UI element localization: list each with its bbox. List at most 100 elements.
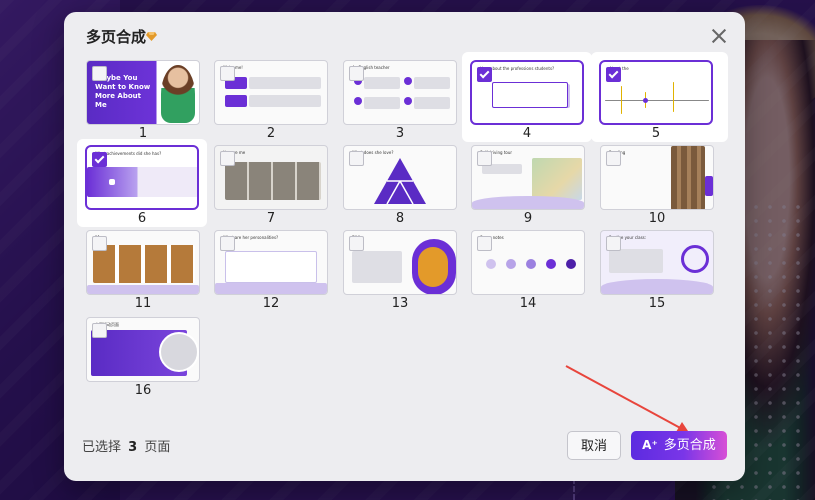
select-checkbox[interactable] xyxy=(92,66,107,81)
slide-thumbnail-15[interactable]: Realize your class: 15 xyxy=(600,230,714,312)
select-checkbox[interactable] xyxy=(477,236,492,251)
selected-suffix: 页面 xyxy=(144,440,171,455)
content-block xyxy=(404,97,412,105)
slide-preview: An English teacher xyxy=(343,60,457,125)
slide-preview: Realize your class: xyxy=(600,230,714,295)
slide-preview: What does she love? xyxy=(343,145,457,210)
flow-dot xyxy=(506,259,516,269)
slide-thumbnail-2[interactable]: Welcome! 2 xyxy=(214,60,328,142)
slide-number: 13 xyxy=(391,296,409,311)
slide-preview: Some notes xyxy=(471,230,585,295)
slide-preview: Maybe You Want to Know More About Me xyxy=(86,60,200,125)
slide-number: 14 xyxy=(519,296,537,311)
triangle-diagram xyxy=(374,158,426,204)
merge-pages-dialog: 多页合成 Maybe You Want to Know More About M… xyxy=(64,12,745,481)
select-checkbox[interactable] xyxy=(92,152,107,167)
select-checkbox[interactable] xyxy=(606,151,621,166)
slide-preview: What achievements did she has? xyxy=(85,145,199,210)
content-block xyxy=(354,97,362,105)
photo-grid xyxy=(225,162,321,200)
slide-number: 8 xyxy=(395,211,405,226)
flow-dot xyxy=(546,259,556,269)
slide-thumbnail-5[interactable]: About the 5 xyxy=(599,60,713,142)
map-image xyxy=(532,158,582,200)
slide-thumbnail-1[interactable]: Maybe You Want to Know More About Me 1 xyxy=(86,60,200,142)
slide-number: 4 xyxy=(522,126,532,141)
content-block xyxy=(404,77,412,85)
content-block xyxy=(225,95,247,107)
slide-preview: Welcome! xyxy=(214,60,328,125)
select-checkbox[interactable] xyxy=(92,323,107,338)
slide-thumbnail-4[interactable]: How about the professions students? 4 xyxy=(470,60,584,142)
decor-circle-inner xyxy=(418,247,448,287)
wave-decor xyxy=(215,283,327,294)
flow-dot xyxy=(566,259,576,269)
slide-preview: You are me xyxy=(214,145,328,210)
books-image xyxy=(671,146,705,209)
content-block xyxy=(249,77,321,89)
slide-thumbnail-8[interactable]: What does she love? 8 xyxy=(343,145,457,227)
slide-thumbnail-6[interactable]: What achievements did she has? 6 xyxy=(85,145,199,227)
select-checkbox[interactable] xyxy=(220,66,235,81)
selection-count-label: 已选择 3 页面 xyxy=(82,436,170,455)
annotation-arrow-icon xyxy=(565,365,690,434)
slide-preview: Self-driving tour xyxy=(471,145,585,210)
slide-thumbnail-9[interactable]: Self-driving tour 9 xyxy=(471,145,585,227)
flow-dot xyxy=(526,259,536,269)
select-checkbox[interactable] xyxy=(220,151,235,166)
slide-number: 11 xyxy=(134,296,152,311)
slide-number: 16 xyxy=(134,383,152,398)
select-checkbox[interactable] xyxy=(606,67,621,82)
wave-decor xyxy=(601,279,713,294)
slide-number: 15 xyxy=(648,296,666,311)
content-block xyxy=(492,82,568,108)
slide-preview: About the xyxy=(599,60,713,125)
slide-thumbnail-10[interactable]: Reading 10 xyxy=(600,145,714,227)
slide-number: 6 xyxy=(137,211,147,226)
slide-thumbnail-14[interactable]: Some notes 14 xyxy=(471,230,585,312)
text-box xyxy=(352,251,402,283)
slide-thumbnail-3[interactable]: An English teacher 3 xyxy=(343,60,457,142)
slide-preview: DIY! xyxy=(343,230,457,295)
slide-number: 5 xyxy=(651,126,661,141)
select-checkbox[interactable] xyxy=(477,67,492,82)
content-block xyxy=(414,97,450,109)
flow-dot xyxy=(486,259,496,269)
content-block xyxy=(364,97,400,109)
select-checkbox[interactable] xyxy=(477,151,492,166)
select-checkbox[interactable] xyxy=(349,236,364,251)
text-box xyxy=(225,251,317,283)
wave-decor xyxy=(87,285,199,294)
slide-number: 2 xyxy=(266,126,276,141)
photo-collage xyxy=(93,245,195,283)
slide-thumbnail-13[interactable]: DIY! 13 xyxy=(343,230,457,312)
select-checkbox[interactable] xyxy=(220,236,235,251)
select-checkbox[interactable] xyxy=(92,236,107,251)
select-checkbox[interactable] xyxy=(349,151,364,166)
select-checkbox[interactable] xyxy=(606,236,621,251)
slide-preview: What are her personalities? xyxy=(214,230,328,295)
wave-decor xyxy=(472,196,584,209)
accent-bar xyxy=(705,176,713,196)
slide-preview: How about the professions students? xyxy=(470,60,584,125)
content-block xyxy=(249,95,321,107)
merge-pages-button[interactable]: A⁺ 多页合成 xyxy=(631,431,727,460)
slide-number: 12 xyxy=(262,296,280,311)
slide-number: 1 xyxy=(138,126,148,141)
timeline-marker xyxy=(621,86,622,114)
slide-number: 7 xyxy=(266,211,276,226)
select-checkbox[interactable] xyxy=(349,66,364,81)
slide-thumbnail-11[interactable]: 11 11 xyxy=(86,230,200,312)
slide-thumbnail-7[interactable]: You are me 7 xyxy=(214,145,328,227)
timeline-dot xyxy=(643,98,648,103)
portrait-image xyxy=(161,65,195,123)
cancel-button[interactable]: 取消 xyxy=(567,431,621,460)
slide-number: 10 xyxy=(648,211,666,226)
merge-button-label: 多页合成 xyxy=(663,438,716,453)
text-box xyxy=(609,249,663,273)
selected-prefix: 已选择 xyxy=(82,440,122,455)
selected-count: 3 xyxy=(128,440,138,455)
slide-number: 3 xyxy=(395,126,405,141)
slide-thumbnail-16[interactable]: 主题活动页面 16 xyxy=(86,317,200,399)
slide-thumbnail-12[interactable]: What are her personalities? 12 xyxy=(214,230,328,312)
